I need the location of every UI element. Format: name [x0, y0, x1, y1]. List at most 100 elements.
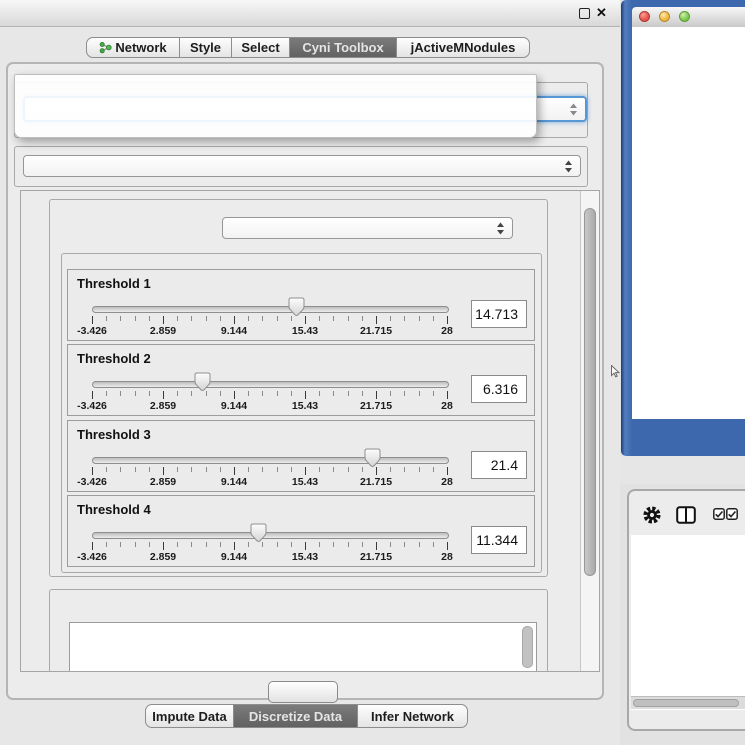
tab-select[interactable]: Select: [232, 37, 290, 58]
tick-mark: [376, 391, 377, 399]
tab-infer-network[interactable]: Infer Network: [358, 704, 468, 728]
slider-track[interactable]: [92, 306, 449, 313]
gear-icon[interactable]: [643, 506, 661, 524]
table-horizontal-scrollbar[interactable]: [631, 696, 745, 709]
tick-label: 15.43: [292, 325, 318, 337]
node-table[interactable]: [631, 535, 745, 710]
tick-mark: [404, 542, 405, 547]
tick-label: 28: [441, 476, 453, 488]
tab-discretize-data[interactable]: Discretize Data: [234, 704, 358, 728]
tick-mark: [163, 542, 164, 550]
threshold-value-field[interactable]: 11.344: [471, 526, 527, 554]
network-window-titlebar[interactable]: [632, 7, 745, 28]
tick-label: 21.715: [360, 400, 392, 412]
tick-mark: [120, 391, 121, 396]
threshold-value-field[interactable]: 14.713: [471, 300, 527, 328]
scrollbar-thumb[interactable]: [584, 208, 596, 576]
slider-track[interactable]: [92, 381, 449, 388]
tick-label: 9.144: [221, 551, 247, 563]
tick-mark: [177, 467, 178, 472]
tick-mark: [348, 467, 349, 472]
threshold-label: Threshold 1: [77, 276, 151, 291]
tick-mark: [362, 316, 363, 321]
slider-track[interactable]: [92, 457, 449, 464]
table-data-combobox[interactable]: [23, 155, 581, 177]
tick-label: -3.426: [77, 325, 107, 337]
slider-thumb[interactable]: [250, 523, 267, 543]
tick-mark: [319, 391, 320, 396]
tick-mark: [447, 467, 448, 475]
network-icon: [99, 41, 112, 54]
tick-mark: [234, 542, 235, 550]
tick-mark: [92, 467, 93, 475]
split-columns-icon[interactable]: [676, 506, 696, 524]
tick-mark: [390, 467, 391, 472]
tick-mark: [149, 467, 150, 472]
minimize-traffic-light-icon[interactable]: [659, 11, 670, 22]
close-traffic-light-icon[interactable]: [639, 11, 650, 22]
scrollbar-thumb[interactable]: [522, 626, 533, 668]
tick-mark: [206, 542, 207, 547]
tick-mark: [234, 467, 235, 475]
tab-jactivemnodules[interactable]: jActiveMNodules: [397, 37, 530, 58]
tick-mark: [220, 542, 221, 547]
tick-mark: [277, 391, 278, 396]
tick-label: 15.43: [292, 476, 318, 488]
tick-mark: [291, 467, 292, 472]
tick-mark: [419, 542, 420, 547]
checkbox-checked-icon[interactable]: [713, 508, 725, 520]
threshold-value-field[interactable]: 6.316: [471, 375, 527, 403]
tick-label: 21.715: [360, 325, 392, 337]
apply-button[interactable]: [268, 681, 338, 703]
tick-mark: [177, 391, 178, 396]
slider-thumb[interactable]: [194, 372, 211, 392]
tab-cyni-toolbox[interactable]: Cyni Toolbox: [290, 37, 397, 58]
tick-mark: [135, 467, 136, 472]
tick-mark: [135, 391, 136, 396]
tick-label: 28: [441, 325, 453, 337]
tick-mark: [135, 316, 136, 321]
tick-mark: [305, 316, 306, 324]
stepper-arrows-icon: [569, 103, 578, 116]
tick-mark: [191, 316, 192, 321]
tick-mark: [319, 542, 320, 547]
tab-impute-data[interactable]: Impute Data: [145, 704, 234, 728]
tick-mark: [163, 467, 164, 475]
tick-mark: [291, 391, 292, 396]
num-intervals-combobox[interactable]: [222, 217, 513, 239]
vertical-scrollbar[interactable]: [580, 191, 600, 671]
tab-style[interactable]: Style: [180, 37, 232, 58]
scrollbar-thumb[interactable]: [633, 699, 739, 707]
tick-mark: [262, 467, 263, 472]
tab-network[interactable]: Network: [86, 37, 180, 58]
slider-thumb[interactable]: [288, 297, 305, 317]
tick-mark: [234, 391, 235, 399]
slider-track[interactable]: [92, 532, 449, 539]
tick-mark: [191, 467, 192, 472]
tick-mark: [220, 391, 221, 396]
checkbox-checked-icon[interactable]: [726, 508, 738, 520]
tick-mark: [447, 391, 448, 399]
close-icon[interactable]: ✕: [596, 5, 607, 21]
bottom-tab-bar: Impute DataDiscretize DataInfer Network: [145, 704, 468, 728]
tick-mark: [92, 391, 93, 399]
table-panel-titlebar: [620, 456, 745, 484]
float-window-icon[interactable]: [579, 8, 590, 19]
threshold-value-field[interactable]: 21.4: [471, 451, 527, 479]
tick-mark: [390, 542, 391, 547]
tick-mark: [362, 391, 363, 396]
tab-label: Cyni Toolbox: [302, 40, 383, 55]
tick-mark: [376, 316, 377, 324]
tick-label: 2.859: [150, 551, 176, 563]
tick-mark: [277, 542, 278, 547]
network-canvas[interactable]: [632, 27, 745, 419]
top-tab-bar: NetworkStyleSelect Cyni Toolbox jActiveMNo…: [86, 37, 530, 58]
tick-mark: [106, 316, 107, 321]
tick-mark: [419, 467, 420, 472]
tick-mark: [319, 316, 320, 321]
slider-thumb[interactable]: [364, 448, 381, 468]
numerical-attributes-list[interactable]: [69, 622, 537, 672]
threshold-panel-2: Threshold 2-3.4262.8599.14415.4321.71528…: [67, 344, 535, 416]
zoom-traffic-light-icon[interactable]: [679, 11, 690, 22]
tick-mark: [191, 542, 192, 547]
